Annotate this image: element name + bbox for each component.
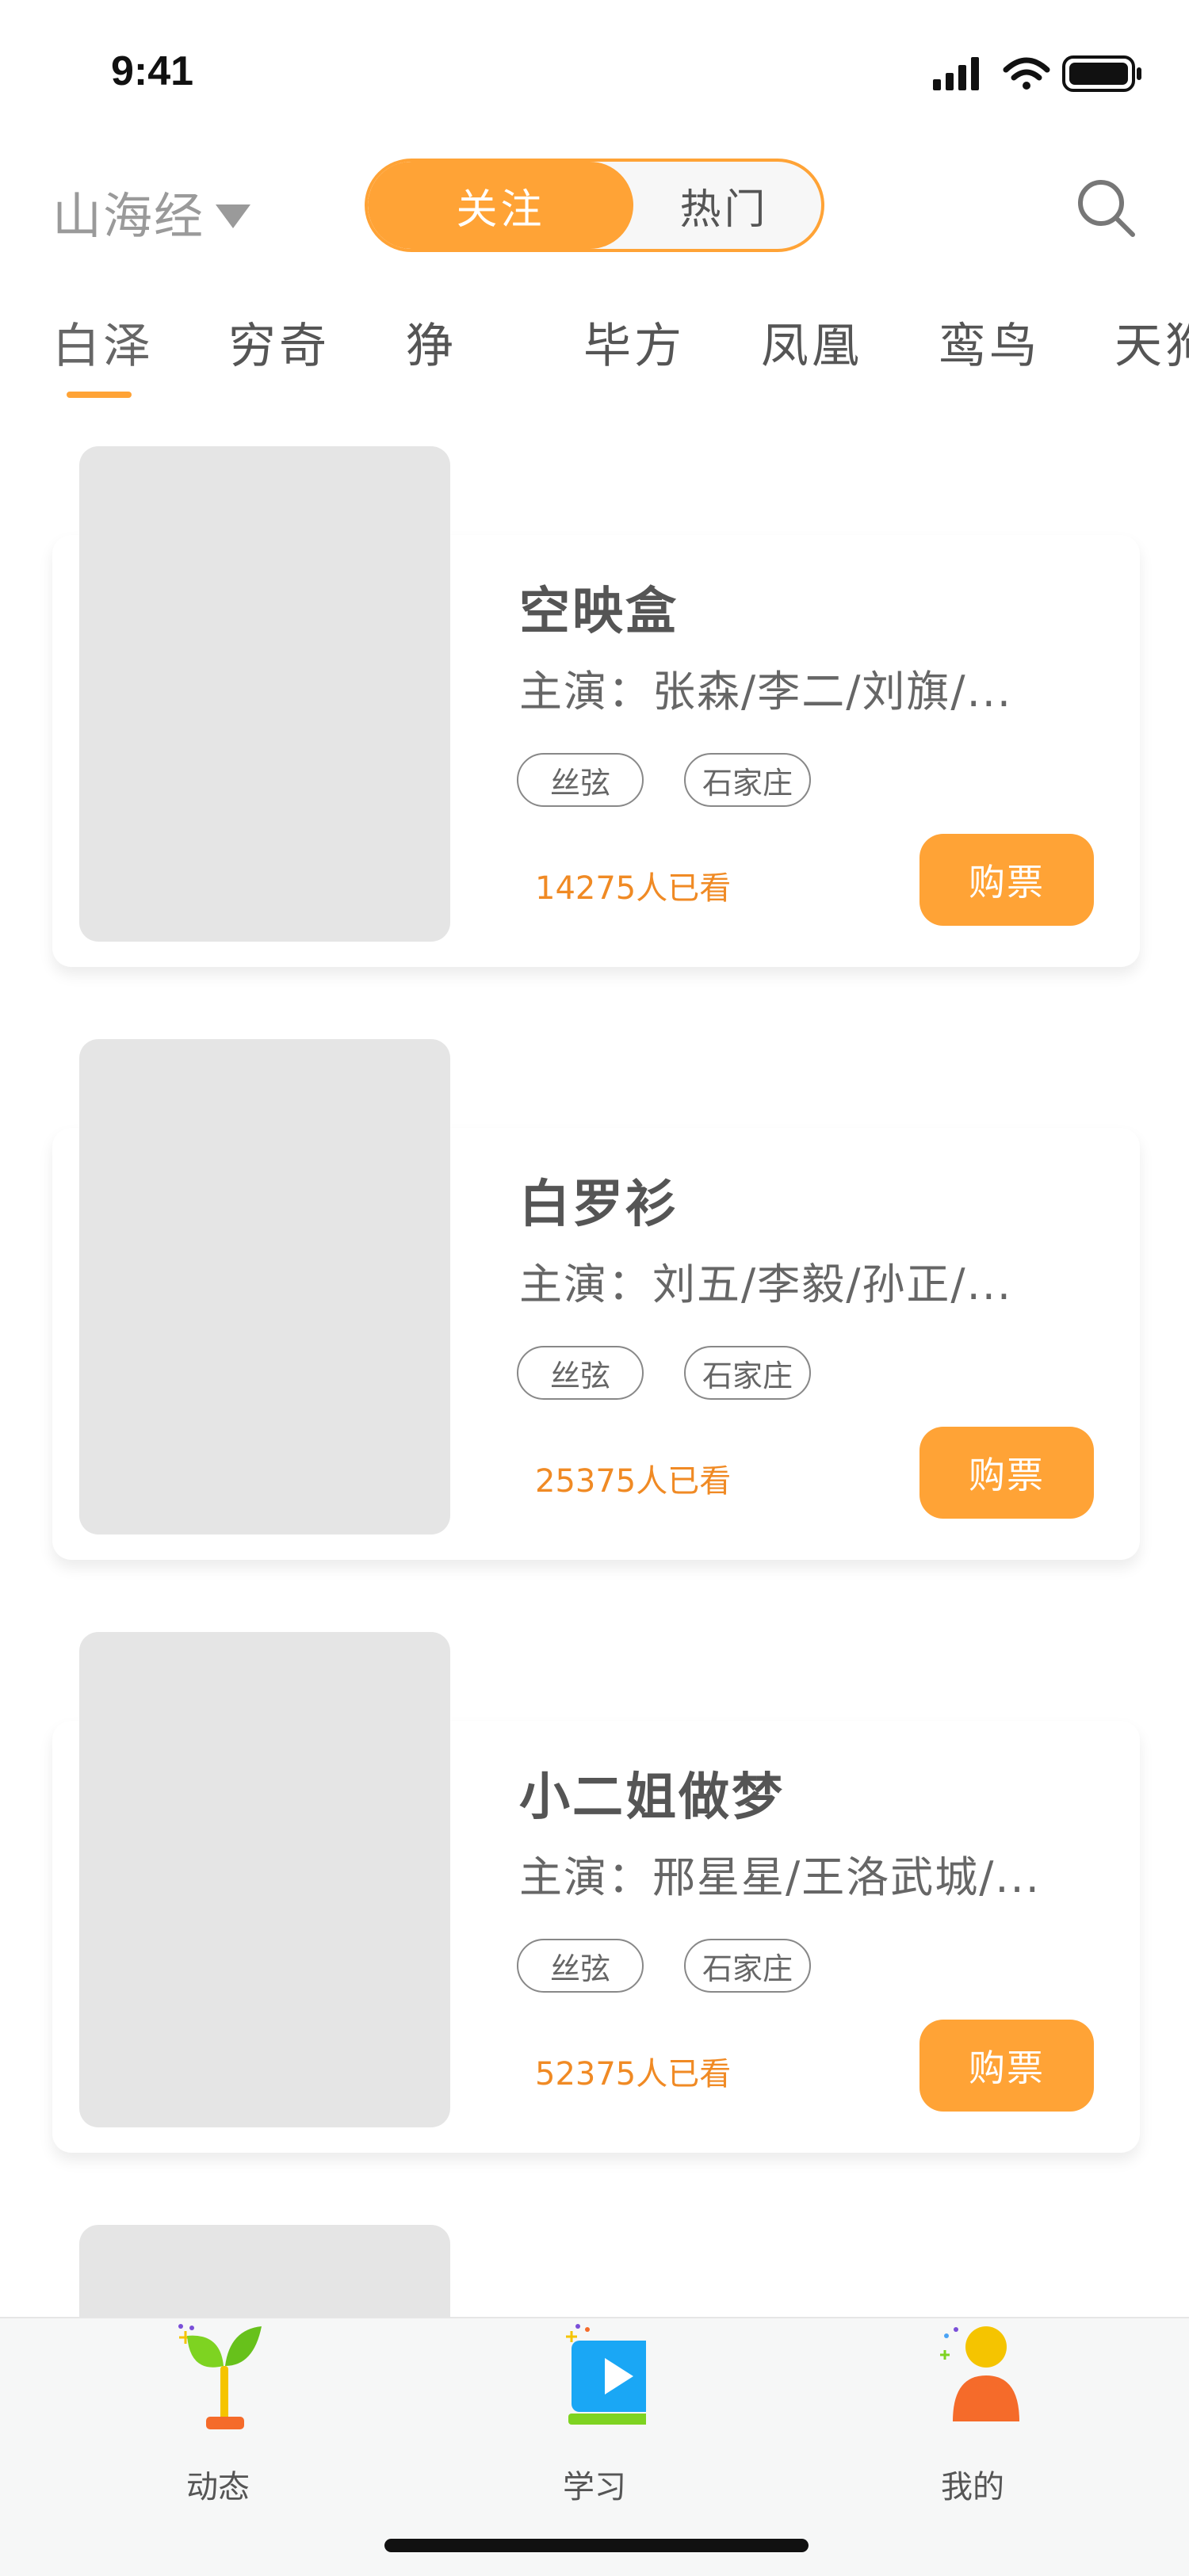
nav-label: 我的: [941, 2469, 1004, 2505]
play-video-icon: [566, 2324, 646, 2425]
home-indicator: [384, 2539, 809, 2552]
status-time: 9:41: [111, 48, 194, 94]
view-count: 52375人已看: [535, 2056, 732, 2093]
search-icon[interactable]: [1074, 176, 1137, 239]
city-tag: 石家庄: [684, 753, 811, 807]
show-title: 空映盒: [519, 583, 679, 641]
dropdown-arrow-icon: [216, 204, 251, 228]
genre-tag: 丝弦: [517, 1939, 644, 1993]
category-tab[interactable]: 凤凰: [761, 308, 862, 376]
view-count: 14275人已看: [535, 870, 732, 907]
wifi-icon: [1003, 57, 1050, 90]
category-tab[interactable]: 白泽: [52, 308, 154, 376]
show-poster[interactable]: [79, 1632, 450, 2127]
show-title: 小二姐做梦: [519, 1768, 785, 1827]
buy-ticket-button[interactable]: 购票: [919, 834, 1094, 926]
category-tab[interactable]: 毕方: [583, 308, 685, 376]
view-count: 25375人已看: [535, 1463, 732, 1500]
nav-label: 动态: [186, 2469, 250, 2505]
show-title: 白罗衫: [519, 1175, 679, 1234]
toggle-popular[interactable]: 热门: [627, 162, 821, 249]
show-cast: 主演：张森/李二/刘旗/...: [519, 667, 1013, 717]
category-tab[interactable]: 天狗: [1114, 308, 1189, 376]
active-tab-indicator: [67, 392, 132, 398]
city-tag: 石家庄: [684, 1346, 811, 1400]
sprout-icon: [178, 2324, 262, 2429]
cellular-signal-icon: [933, 57, 979, 90]
bottom-nav: 动态 学习 我的: [0, 2317, 1189, 2576]
location-label: 山海经: [52, 187, 205, 245]
show-cast: 主演：邢星星/王洛武城/...: [519, 1852, 1041, 1902]
city-tag: 石家庄: [684, 1939, 811, 1993]
category-tabs: 白泽 穷奇 狰 毕方 凤凰 鸾鸟 天狗: [0, 308, 1189, 387]
category-tab[interactable]: 鸾鸟: [939, 308, 1040, 376]
feed-toggle[interactable]: 关注 热门: [365, 159, 824, 252]
nav-label: 学习: [563, 2469, 626, 2505]
nav-item-learn[interactable]: 学习: [515, 2318, 674, 2524]
category-tab[interactable]: 穷奇: [228, 308, 330, 376]
nav-item-profile[interactable]: 我的: [893, 2318, 1052, 2524]
battery-icon: [1062, 55, 1141, 92]
show-poster[interactable]: [79, 446, 450, 942]
status-icons: [933, 55, 1141, 92]
show-cast: 主演：刘五/李毅/孙正/...: [519, 1259, 1013, 1309]
category-tab[interactable]: 狰: [406, 308, 457, 376]
buy-ticket-button[interactable]: 购票: [919, 2020, 1094, 2112]
nav-item-feed[interactable]: 动态: [139, 2318, 297, 2524]
show-poster[interactable]: [79, 1039, 450, 1535]
user-profile-icon: [940, 2326, 1019, 2421]
genre-tag: 丝弦: [517, 753, 644, 807]
buy-ticket-button[interactable]: 购票: [919, 1427, 1094, 1519]
genre-tag: 丝弦: [517, 1346, 644, 1400]
location-selector[interactable]: 山海经: [52, 176, 251, 247]
toggle-follow[interactable]: 关注: [368, 162, 633, 249]
